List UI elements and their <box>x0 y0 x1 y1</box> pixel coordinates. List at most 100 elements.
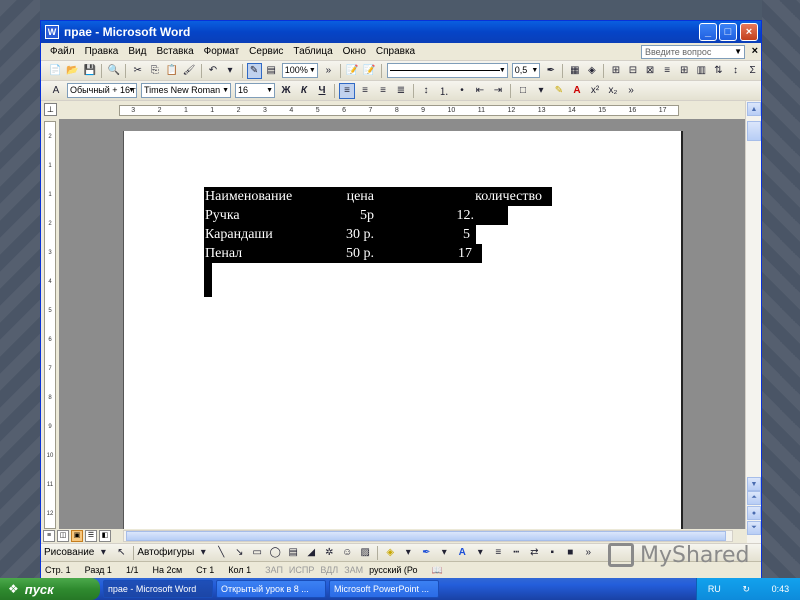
menu-table[interactable]: Таблица <box>288 46 337 57</box>
font-select[interactable]: Times New Roman ▼ <box>141 83 231 98</box>
menu-window[interactable]: Окно <box>338 46 371 57</box>
normal-view-icon[interactable]: ≡ <box>43 530 55 542</box>
autoshapes-menu-button[interactable]: Автофигуры <box>137 547 194 558</box>
undo-icon[interactable]: ↶ <box>205 63 220 79</box>
chevron-down-icon[interactable]: ▾ <box>533 83 549 99</box>
vertical-ruler[interactable]: 2 1 1 2 3 4 5 6 7 8 9 10 11 12 <box>44 121 56 529</box>
table-cell[interactable]: 12. <box>378 206 508 225</box>
document-page[interactable]: Наименование цена количество Ручка 5р 12… <box>123 131 683 529</box>
draw-font-color-icon[interactable]: A <box>454 545 470 561</box>
diagram-icon[interactable]: ✲ <box>321 545 337 561</box>
underline-button[interactable]: Ч <box>314 83 330 99</box>
line-icon[interactable]: ╲ <box>213 545 229 561</box>
italic-button[interactable]: К <box>296 83 312 99</box>
taskbar-item-word[interactable]: прае - Microsoft Word <box>103 580 213 598</box>
toolbar-options-icon[interactable]: » <box>623 83 639 99</box>
next-page-icon[interactable]: ⏷ <box>747 521 761 535</box>
menu-view[interactable]: Вид <box>123 46 151 57</box>
table-cell[interactable]: количество <box>378 187 552 206</box>
select-objects-icon[interactable]: ↖ <box>113 545 129 561</box>
shadow-icon[interactable]: ▪ <box>544 545 560 561</box>
network-icon[interactable]: ↻ <box>742 584 750 595</box>
status-rec[interactable]: ЗАП <box>265 565 283 575</box>
vertical-scrollbar[interactable]: ▲ ▼ ⏶ ● ⏷ <box>745 101 761 549</box>
align-left-icon[interactable]: ≡ <box>339 82 355 99</box>
insert-table-icon[interactable]: ⊞ <box>608 63 623 79</box>
superscript-button[interactable]: x² <box>587 83 603 99</box>
distribute-rows-icon[interactable]: ⊞ <box>677 63 692 79</box>
spelling-check-icon[interactable]: 📖 <box>432 565 443 576</box>
taskbar-item-explorer[interactable]: Открытый урок в 8 ... <box>216 580 326 598</box>
chevron-down-icon[interactable]: ▼ <box>734 46 742 58</box>
menu-tools[interactable]: Сервис <box>244 46 288 57</box>
font-color-button[interactable]: А <box>569 83 585 99</box>
edit-icon[interactable]: 📝 <box>345 63 360 79</box>
line-style-select[interactable]: ▼ <box>386 63 508 78</box>
document-table[interactable]: Наименование цена количество Ручка 5р 12… <box>204 187 552 263</box>
scroll-up-icon[interactable]: ▲ <box>747 102 761 116</box>
tab-selector-button[interactable]: ⊥ <box>44 103 57 116</box>
merge-cells-icon[interactable]: ⊟ <box>625 63 640 79</box>
table-cell[interactable]: Ручка <box>204 206 330 225</box>
rectangle-icon[interactable]: ▭ <box>249 545 265 561</box>
bullets-icon[interactable]: • <box>454 83 470 99</box>
minimize-button[interactable]: _ <box>699 23 717 41</box>
menu-edit[interactable]: Правка <box>80 46 124 57</box>
textbox-icon[interactable]: ▤ <box>285 545 301 561</box>
close-button[interactable]: × <box>740 23 758 41</box>
numbering-icon[interactable]: ⒈ <box>436 83 452 99</box>
sort-icon[interactable]: ↕ <box>728 63 743 79</box>
toolbar-options-icon[interactable]: » <box>321 63 336 79</box>
chevron-down-icon[interactable]: ▾ <box>472 545 488 561</box>
chevron-down-icon[interactable]: ▾ <box>223 63 238 79</box>
save-icon[interactable]: 💾 <box>82 63 97 79</box>
open-folder-icon[interactable]: 📂 <box>65 63 80 79</box>
decrease-indent-icon[interactable]: ⇤ <box>472 83 488 99</box>
table-cell[interactable]: 30 р. <box>330 225 378 244</box>
align-cell-icon[interactable]: ≡ <box>660 63 675 79</box>
menu-file[interactable]: Файл <box>45 46 80 57</box>
bold-button[interactable]: Ж <box>278 83 294 99</box>
font-size-select[interactable]: 16 ▼ <box>235 83 275 98</box>
autoformat-icon[interactable]: ▥ <box>694 63 709 79</box>
title-bar[interactable]: W прае - Microsoft Word _ □ × <box>41 21 761 43</box>
arrow-icon[interactable]: ↘ <box>231 545 247 561</box>
table-cell[interactable]: Пенал <box>204 244 330 263</box>
chevron-down-icon[interactable]: ▼ <box>266 84 273 97</box>
table-cell[interactable]: 17 <box>378 244 482 263</box>
word-app-icon[interactable]: W <box>45 25 59 39</box>
shading-icon[interactable]: ◈ <box>584 63 599 79</box>
outside-border-icon[interactable]: □ <box>515 83 531 99</box>
format-painter-icon[interactable]: 🖌 <box>181 63 196 79</box>
borders-icon[interactable]: ▦ <box>567 63 582 79</box>
maximize-button[interactable]: □ <box>719 23 737 41</box>
reading-view-icon[interactable]: ◧ <box>99 530 111 542</box>
table-cell[interactable]: 5р <box>330 206 378 225</box>
edit-alt-icon[interactable]: 📝 <box>362 63 377 79</box>
chevron-down-icon[interactable]: ▾ <box>95 545 111 561</box>
line-color-icon[interactable]: ✒ <box>418 545 434 561</box>
browse-object-icon[interactable]: ● <box>747 506 761 520</box>
chevron-down-icon[interactable]: ▼ <box>499 64 506 77</box>
toolbar-options-icon[interactable]: » <box>580 545 596 561</box>
menu-insert[interactable]: Вставка <box>151 46 198 57</box>
fill-color-icon[interactable]: ◈ <box>382 545 398 561</box>
highlight-icon[interactable]: ✎ <box>551 83 567 99</box>
arrow-style-icon[interactable]: ⇄ <box>526 545 542 561</box>
help-question-input[interactable]: Введите вопрос ▼ <box>641 45 745 59</box>
table-cell[interactable]: Карандаши <box>204 225 330 244</box>
zoom-select[interactable]: 100% ▼ <box>281 63 318 78</box>
3d-icon[interactable]: ■ <box>562 545 578 561</box>
input-language[interactable]: RU <box>708 584 721 594</box>
menu-format[interactable]: Формат <box>199 46 245 57</box>
align-right-icon[interactable]: ≡ <box>375 83 391 99</box>
justify-icon[interactable]: ≣ <box>393 83 409 99</box>
style-select[interactable]: Обычный + 16 г ▼ <box>67 83 137 98</box>
chevron-down-icon[interactable]: ▾ <box>400 545 416 561</box>
web-view-icon[interactable]: ◫ <box>57 530 69 542</box>
subscript-button[interactable]: x₂ <box>605 83 621 99</box>
table-cell[interactable]: 50 р. <box>330 244 378 263</box>
chevron-down-icon[interactable]: ▼ <box>309 64 316 77</box>
drawing-menu-button[interactable]: Рисование <box>44 547 94 558</box>
tray-clock[interactable]: 0:43 <box>772 584 790 594</box>
